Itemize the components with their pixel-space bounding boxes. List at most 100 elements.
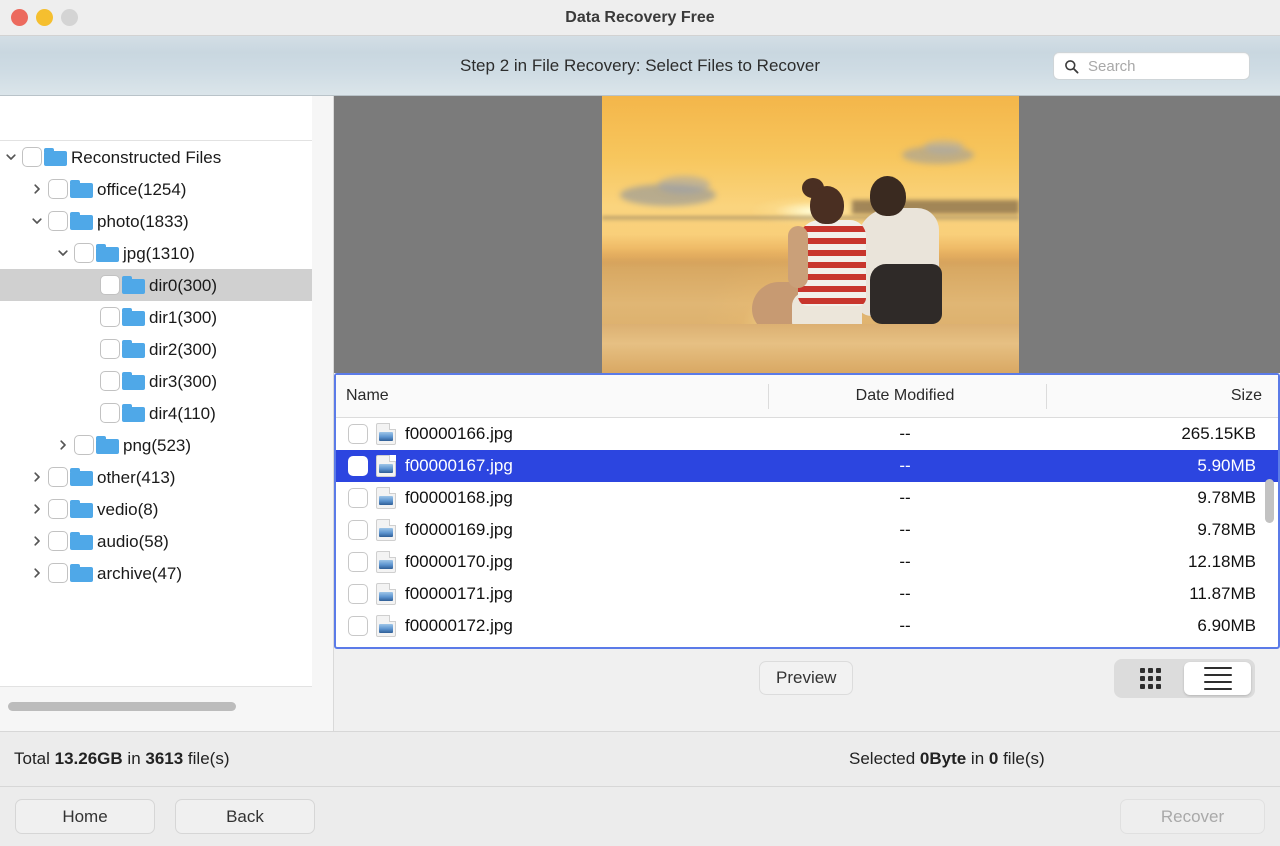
file-row-checkbox[interactable] xyxy=(348,488,368,508)
file-row[interactable]: f00000171.jpg -- 11.87MB xyxy=(336,578,1278,610)
chevron-down-icon[interactable] xyxy=(4,150,18,164)
selected-prefix: Selected xyxy=(849,749,920,768)
tree-item[interactable]: dir2(300) xyxy=(0,333,312,365)
tree-item-checkbox[interactable] xyxy=(48,467,68,487)
tree-item[interactable]: vedio(8) xyxy=(0,493,312,525)
file-row[interactable]: f00000170.jpg -- 12.18MB xyxy=(336,546,1278,578)
selected-size: 0Byte xyxy=(919,749,967,768)
file-row[interactable]: f00000169.jpg -- 9.78MB xyxy=(336,514,1278,546)
tree-item[interactable]: Reconstructed Files xyxy=(0,141,312,173)
file-list-body[interactable]: f00000166.jpg -- 265.15KB f00000167.jpg -- 5.… xyxy=(336,418,1278,647)
window-title: Data Recovery Free xyxy=(565,9,715,26)
preview-area xyxy=(334,96,1280,373)
tree-item[interactable]: dir0(300) xyxy=(0,269,312,301)
file-row[interactable]: f00000172.jpg -- 6.90MB xyxy=(336,610,1278,642)
tree-item-label: office(1254) xyxy=(97,179,187,199)
column-header-date-modified[interactable]: Date Modified xyxy=(770,387,1040,405)
tree-item[interactable]: jpg(1310) xyxy=(0,237,312,269)
file-date-modified: -- xyxy=(899,552,911,571)
image-file-icon xyxy=(376,551,396,573)
file-name: f00000170.jpg xyxy=(405,552,513,571)
file-list-vertical-scrollbar[interactable] xyxy=(1265,479,1274,523)
file-row-checkbox[interactable] xyxy=(348,424,368,444)
folder-icon xyxy=(122,340,145,358)
tree-item[interactable]: audio(58) xyxy=(0,525,312,557)
tree-item[interactable]: dir3(300) xyxy=(0,365,312,397)
tree-item-checkbox[interactable] xyxy=(100,307,120,327)
grid-icon xyxy=(1140,668,1161,689)
chevron-down-icon[interactable] xyxy=(30,214,44,228)
chevron-right-icon[interactable] xyxy=(30,566,44,580)
chevron-right-icon[interactable] xyxy=(30,502,44,516)
file-row[interactable]: f00000167.jpg -- 5.90MB xyxy=(336,450,1278,482)
title-bar: Data Recovery Free xyxy=(0,0,1280,36)
scrollbar-thumb[interactable] xyxy=(8,702,236,711)
file-name: f00000168.jpg xyxy=(405,488,513,507)
file-size: 11.87MB xyxy=(1189,584,1256,603)
file-row-checkbox[interactable] xyxy=(348,520,368,540)
application-window: Data Recovery Free Step 2 in File Recove… xyxy=(0,0,1280,846)
column-divider[interactable] xyxy=(1046,384,1047,409)
tree-item-checkbox[interactable] xyxy=(100,275,120,295)
image-file-icon xyxy=(376,615,396,637)
folder-icon xyxy=(70,532,93,550)
search-input[interactable] xyxy=(1088,57,1238,75)
file-size: 12.18MB xyxy=(1187,552,1256,571)
file-row-checkbox[interactable] xyxy=(348,552,368,572)
home-button[interactable]: Home xyxy=(15,799,155,834)
folder-icon xyxy=(70,500,93,518)
chevron-right-icon[interactable] xyxy=(30,182,44,196)
tree-item-checkbox[interactable] xyxy=(22,147,42,167)
tree-item[interactable]: other(413) xyxy=(0,461,312,493)
tree-item-checkbox[interactable] xyxy=(100,339,120,359)
figure-woman-torso xyxy=(798,220,866,306)
file-row[interactable]: f00000168.jpg -- 9.78MB xyxy=(336,482,1278,514)
tree-item-checkbox[interactable] xyxy=(74,243,94,263)
column-header-name[interactable]: Name xyxy=(346,387,389,405)
column-divider[interactable] xyxy=(768,384,769,409)
list-view-button[interactable] xyxy=(1184,662,1251,695)
file-date-modified: -- xyxy=(899,520,911,539)
back-button[interactable]: Back xyxy=(175,799,315,834)
chevron-right-icon[interactable] xyxy=(30,534,44,548)
tree-item-label: dir2(300) xyxy=(149,339,218,359)
tree-item-checkbox[interactable] xyxy=(48,211,68,231)
recover-button[interactable]: Recover xyxy=(1120,799,1265,834)
file-row[interactable]: f00000166.jpg -- 265.15KB xyxy=(336,418,1278,450)
grid-view-button[interactable] xyxy=(1117,662,1184,695)
sidebar-top-strip xyxy=(0,96,312,141)
tree-item-checkbox[interactable] xyxy=(100,371,120,391)
tree-item[interactable]: office(1254) xyxy=(0,173,312,205)
preview-button[interactable]: Preview xyxy=(759,661,854,695)
tree-item[interactable]: dir1(300) xyxy=(0,301,312,333)
tree-item[interactable]: dir4(110) xyxy=(0,397,312,429)
file-row-checkbox[interactable] xyxy=(348,456,368,476)
file-date-modified: -- xyxy=(899,424,911,443)
chevron-right-icon[interactable] xyxy=(30,470,44,484)
file-name: f00000171.jpg xyxy=(405,584,513,603)
tree-item-checkbox[interactable] xyxy=(48,563,68,583)
tree-item-checkbox[interactable] xyxy=(48,531,68,551)
folder-icon xyxy=(70,212,93,230)
figure-man-pants xyxy=(870,264,942,324)
chevron-down-icon[interactable] xyxy=(56,246,70,260)
tree-item-checkbox[interactable] xyxy=(100,403,120,423)
folder-icon xyxy=(70,564,93,582)
tree-item[interactable]: archive(47) xyxy=(0,557,312,589)
tree-item-checkbox[interactable] xyxy=(74,435,94,455)
file-size: 9.78MB xyxy=(1197,488,1256,507)
column-header-size[interactable]: Size xyxy=(1231,387,1262,405)
chevron-right-icon[interactable] xyxy=(56,438,70,452)
file-row-checkbox[interactable] xyxy=(348,584,368,604)
file-row-checkbox[interactable] xyxy=(348,616,368,636)
folder-icon xyxy=(122,404,145,422)
folder-icon xyxy=(122,308,145,326)
tree-item[interactable]: photo(1833) xyxy=(0,205,312,237)
sidebar-horizontal-scrollbar[interactable] xyxy=(8,702,304,711)
tree-item-checkbox[interactable] xyxy=(48,179,68,199)
view-mode-toggle[interactable] xyxy=(1114,659,1255,698)
tree-item[interactable]: png(523) xyxy=(0,429,312,461)
folder-tree[interactable]: Reconstructed Files office(1254) photo(183… xyxy=(0,141,312,687)
search-field[interactable] xyxy=(1053,52,1250,80)
tree-item-checkbox[interactable] xyxy=(48,499,68,519)
